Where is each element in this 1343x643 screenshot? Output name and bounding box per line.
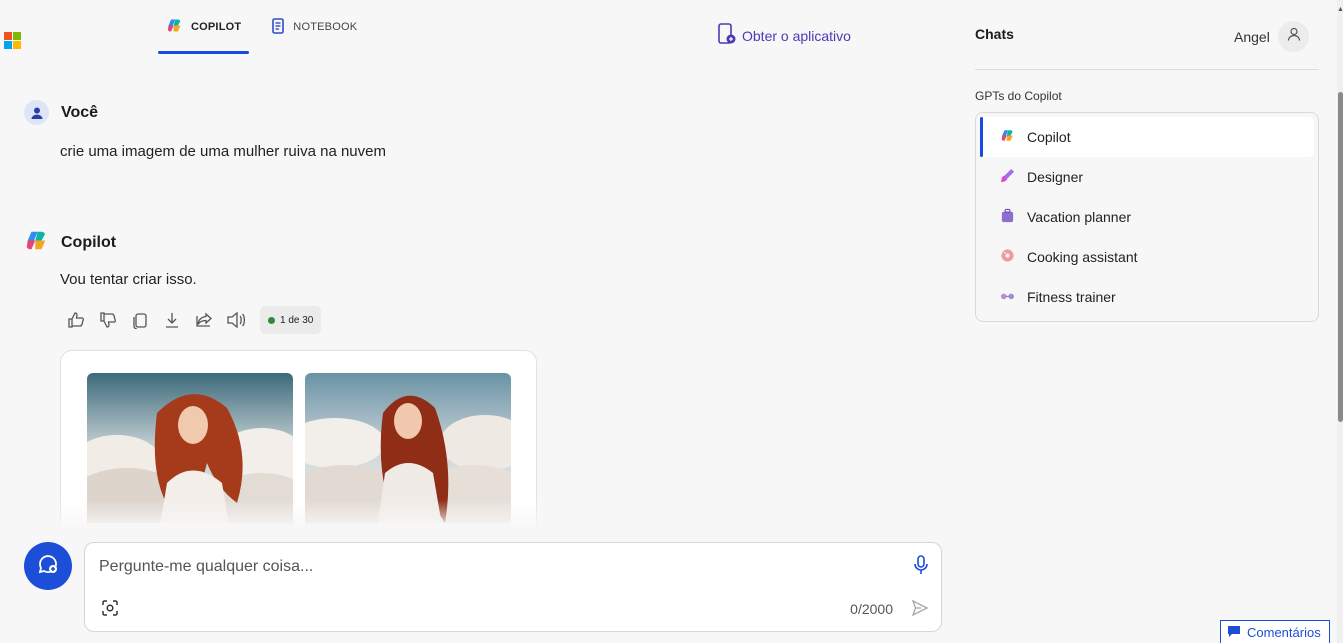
- get-app-link[interactable]: Obter o aplicativo: [718, 23, 851, 48]
- sidebar-title: Chats: [975, 26, 1014, 42]
- send-icon[interactable]: [911, 599, 929, 622]
- feedback-button[interactable]: Comentários: [1220, 620, 1330, 643]
- designer-icon: [1000, 168, 1015, 186]
- person-icon: [1287, 27, 1301, 46]
- scroll-fade: [0, 500, 960, 530]
- tab-notebook[interactable]: NOTEBOOK: [263, 0, 365, 54]
- user-avatar-icon: [24, 100, 49, 125]
- microphone-icon[interactable]: [913, 555, 929, 580]
- copilot-message-header: Copilot: [24, 228, 116, 258]
- suitcase-icon: [1000, 208, 1015, 226]
- gpt-item-cooking-assistant[interactable]: Cooking assistant: [980, 237, 1314, 277]
- microsoft-logo[interactable]: [4, 32, 21, 49]
- composer: 0/2000: [84, 542, 942, 632]
- user-message-text: crie uma imagem de uma mulher ruiva na n…: [60, 143, 386, 160]
- gpt-item-fitness-trainer[interactable]: Fitness trainer: [980, 277, 1314, 317]
- copilot-icon: [166, 17, 183, 37]
- copilot-icon: [24, 228, 49, 258]
- gpt-item-label: Cooking assistant: [1027, 249, 1138, 265]
- user-name-label[interactable]: Angel: [1234, 29, 1270, 45]
- visual-search-icon[interactable]: [101, 599, 119, 622]
- gpt-item-label: Designer: [1027, 169, 1084, 185]
- donut-icon: [1000, 248, 1015, 266]
- gpt-item-copilot[interactable]: Copilot: [980, 117, 1314, 157]
- char-count: 0/2000: [850, 601, 893, 617]
- tab-copilot[interactable]: COPILOT: [158, 0, 250, 54]
- tab-label: NOTEBOOK: [293, 21, 358, 33]
- share-icon[interactable]: [192, 306, 215, 334]
- notebook-icon: [271, 17, 285, 37]
- copilot-icon: [1000, 128, 1015, 146]
- get-app-label: Obter o aplicativo: [742, 27, 851, 44]
- tab-label: COPILOT: [191, 21, 242, 33]
- phone-icon: [718, 23, 736, 48]
- scrollbar-thumb[interactable]: [1338, 92, 1343, 422]
- speaker-icon[interactable]: [224, 306, 247, 334]
- page-scrollbar[interactable]: ▲: [1337, 0, 1343, 643]
- comment-icon: [1227, 625, 1241, 641]
- copilot-name: Copilot: [61, 234, 117, 251]
- gpt-list: Copilot Designer Vacation planner Cookin…: [975, 112, 1319, 322]
- gpt-item-vacation-planner[interactable]: Vacation planner: [980, 197, 1314, 237]
- thumbs-down-icon[interactable]: [96, 306, 119, 334]
- prompt-input[interactable]: [99, 555, 889, 579]
- message-actions: 1 de 30: [64, 306, 322, 334]
- image-counter-badge[interactable]: 1 de 30: [260, 306, 322, 334]
- gpt-item-label: Fitness trainer: [1027, 289, 1116, 305]
- sidebar-divider: [975, 69, 1319, 70]
- copilot-message-text: Vou tentar criar isso.: [60, 271, 197, 288]
- status-dot: [268, 316, 275, 324]
- gpts-section-label: GPTs do Copilot: [975, 89, 1062, 103]
- gpt-item-label: Vacation planner: [1027, 209, 1132, 225]
- thumbs-up-icon[interactable]: [64, 306, 87, 334]
- gpt-item-designer[interactable]: Designer: [980, 157, 1314, 197]
- feedback-label: Comentários: [1247, 625, 1321, 640]
- new-chat-icon: [36, 552, 60, 581]
- copy-icon[interactable]: [128, 306, 151, 334]
- user-message-header: Você: [24, 100, 98, 125]
- top-tabs: COPILOT NOTEBOOK: [158, 0, 365, 54]
- dumbbell-icon: [1000, 288, 1015, 306]
- scroll-up-icon[interactable]: ▲: [1337, 6, 1343, 13]
- counter-text: 1 de 30: [280, 314, 314, 326]
- gpt-item-label: Copilot: [1027, 129, 1071, 145]
- user-name: Você: [61, 103, 99, 121]
- download-icon[interactable]: [160, 306, 183, 334]
- profile-avatar[interactable]: [1278, 21, 1309, 52]
- new-topic-button[interactable]: [24, 542, 72, 590]
